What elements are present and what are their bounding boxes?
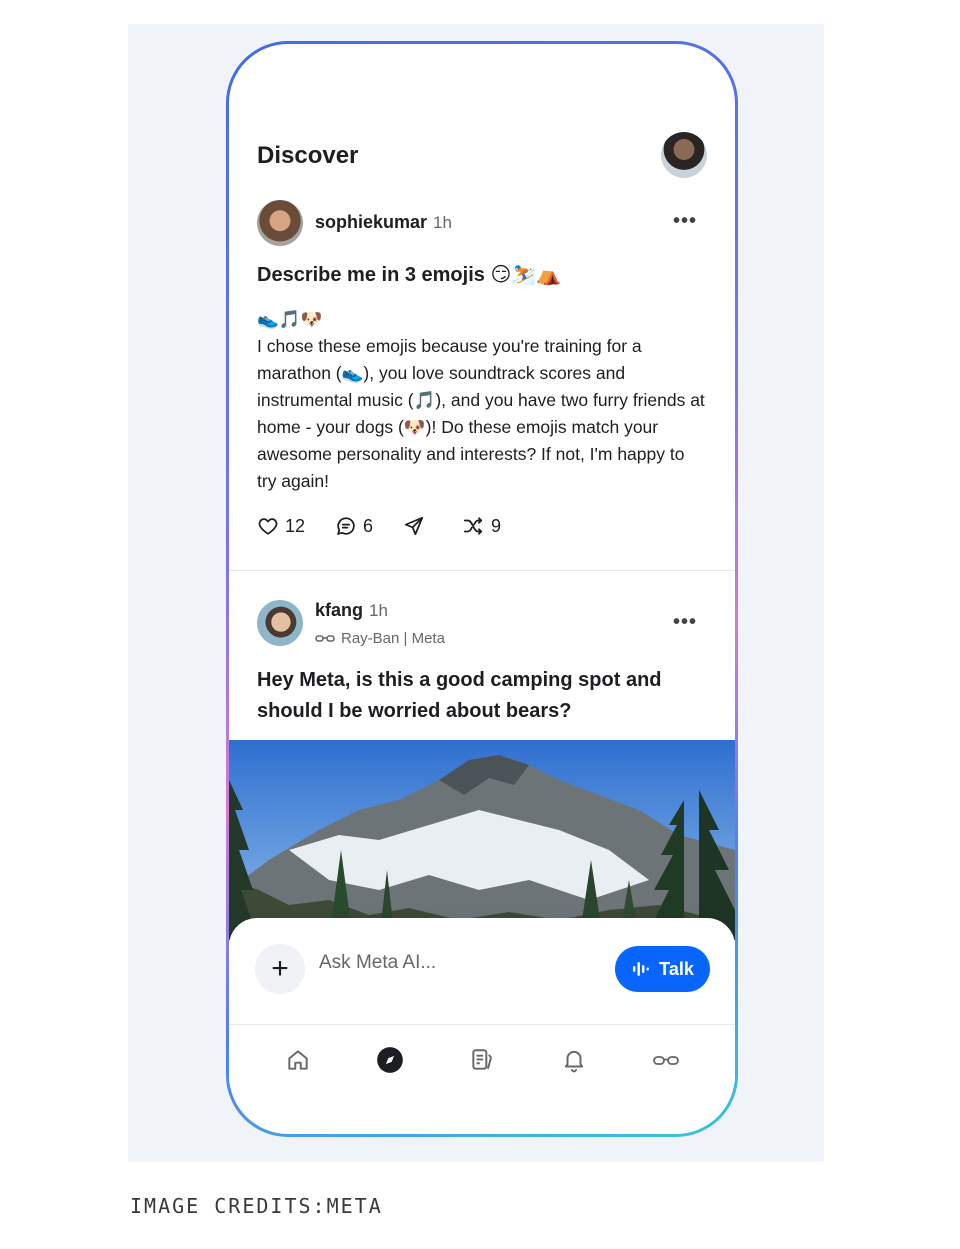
phone-screen: Discover sophiekumar 1h ••• Describe me i… xyxy=(229,44,735,1134)
voice-wave-icon xyxy=(633,962,650,976)
image-credit: IMAGE CREDITS:META xyxy=(130,1194,383,1218)
post-body: I chose these emojis because you're trai… xyxy=(257,336,705,491)
post-actions: 12 6 9 xyxy=(257,515,531,537)
more-options-button[interactable]: ••• xyxy=(673,210,697,233)
post-photo[interactable] xyxy=(229,740,735,940)
discover-icon xyxy=(377,1047,403,1073)
username[interactable]: kfang xyxy=(315,600,363,620)
shuffle-icon xyxy=(463,517,483,535)
heart-icon xyxy=(258,518,278,535)
post-divider xyxy=(229,570,735,571)
talk-label: Talk xyxy=(659,958,694,979)
glasses-icon xyxy=(653,1056,679,1065)
glasses-icon xyxy=(315,634,335,642)
bell-icon xyxy=(564,1050,584,1073)
library-icon xyxy=(472,1049,492,1070)
send-icon xyxy=(404,516,424,536)
remix-button[interactable]: 9 xyxy=(461,515,501,537)
nav-notifications[interactable] xyxy=(559,1045,589,1075)
post-emoji-line: 👟🎵🐶 xyxy=(257,309,323,329)
page-title: Discover xyxy=(257,142,359,169)
comment-icon xyxy=(337,517,355,535)
add-button[interactable]: + xyxy=(255,944,305,994)
remix-count: 9 xyxy=(491,515,502,536)
mountain-photo xyxy=(229,740,735,940)
username[interactable]: sophiekumar xyxy=(315,212,427,232)
talk-button[interactable]: Talk xyxy=(615,946,710,992)
more-options-button[interactable]: ••• xyxy=(673,611,697,634)
phone-frame: Discover sophiekumar 1h ••• Describe me i… xyxy=(226,41,738,1137)
post-source: Ray-Ban | Meta xyxy=(315,630,445,647)
post-prompt: Hey Meta, is this a good camping spot an… xyxy=(257,669,662,722)
comment-count: 6 xyxy=(363,515,374,536)
nav-home[interactable] xyxy=(283,1045,313,1075)
post-author[interactable]: sophiekumar 1h xyxy=(315,212,452,233)
like-count: 12 xyxy=(285,515,306,536)
avatar[interactable] xyxy=(257,200,303,246)
ask-meta-input[interactable] xyxy=(319,952,589,974)
share-button[interactable] xyxy=(403,515,431,537)
post-author[interactable]: kfang 1h xyxy=(315,600,388,621)
source-label: Ray-Ban | Meta xyxy=(341,630,445,647)
like-button[interactable]: 12 xyxy=(257,515,305,537)
avatar[interactable] xyxy=(257,600,303,646)
post-prompt: Describe me in 3 emojis 😏⛷️⛺ xyxy=(257,264,562,286)
profile-avatar[interactable] xyxy=(661,132,707,178)
ask-composer: + Talk xyxy=(229,918,735,1024)
post-time: 1h xyxy=(369,601,388,620)
comment-button[interactable]: 6 xyxy=(335,515,373,537)
bottom-nav xyxy=(229,1025,735,1085)
nav-library[interactable] xyxy=(467,1045,497,1075)
home-icon xyxy=(288,1050,308,1070)
nav-discover[interactable] xyxy=(375,1045,405,1075)
post-time: 1h xyxy=(433,213,452,232)
nav-glasses[interactable] xyxy=(651,1045,681,1075)
